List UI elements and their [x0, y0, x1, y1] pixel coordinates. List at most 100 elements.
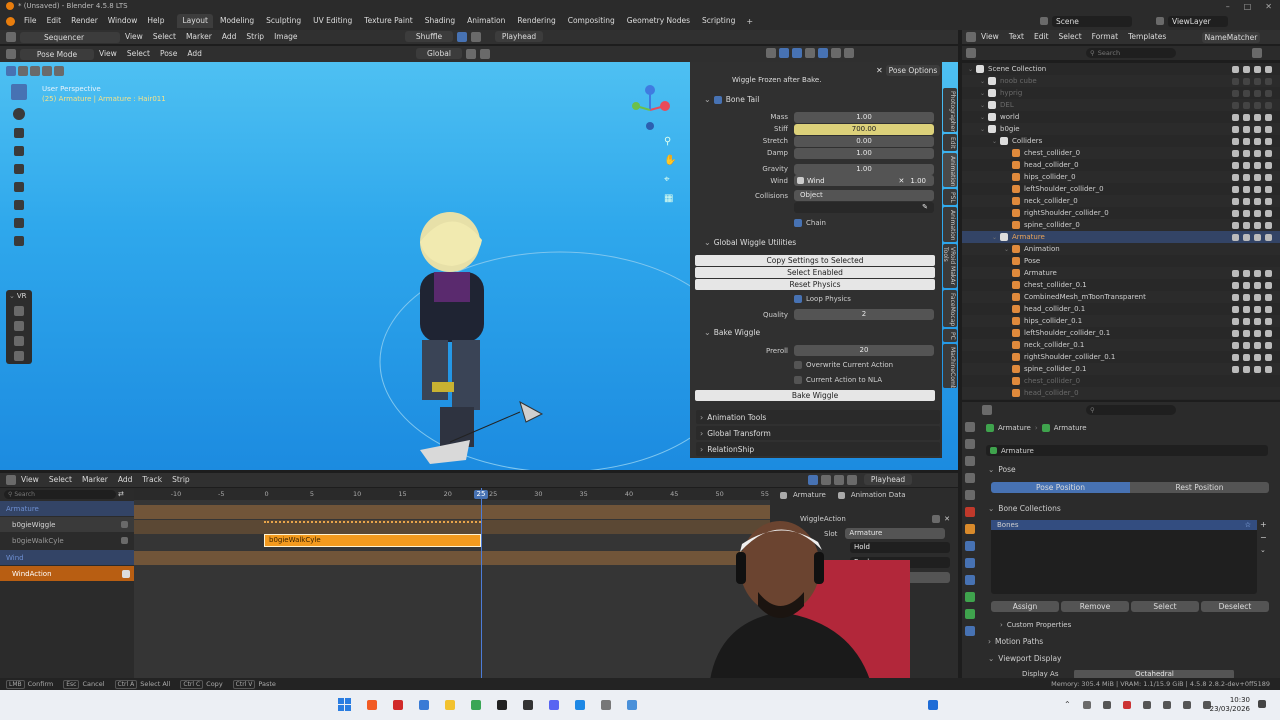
eye-toggle-icon[interactable] — [1243, 185, 1250, 193]
select-button[interactable]: Select — [1131, 601, 1199, 612]
camera-toggle-icon[interactable] — [1254, 317, 1261, 325]
armature-datablock-field[interactable]: Armature — [1001, 447, 1034, 455]
checkbox-toggle-icon[interactable] — [1232, 341, 1239, 349]
camera-toggle-icon[interactable] — [1254, 101, 1261, 109]
render-toggle-icon[interactable] — [1265, 293, 1272, 301]
outliner-item[interactable]: spine_collider_0.1 — [962, 363, 1280, 375]
annotate-tool-icon[interactable] — [14, 200, 24, 210]
outliner-item[interactable]: chest_collider_0 — [962, 147, 1280, 159]
checkbox-toggle-icon[interactable] — [1232, 221, 1239, 229]
camera-toggle-icon[interactable] — [1254, 113, 1261, 121]
outliner-item[interactable]: ⌄ Armature — [962, 231, 1280, 243]
sidebar-tab[interactable]: Animation — [943, 207, 957, 242]
nla-menu-strip[interactable]: Strip — [167, 473, 195, 487]
app-gray-icon[interactable] — [601, 699, 611, 710]
namematcher-button[interactable]: NameMatcher — [1202, 31, 1260, 43]
snap-icon[interactable] — [480, 48, 490, 59]
tab-shading[interactable]: Shading — [420, 14, 460, 28]
nla-checkbox[interactable] — [794, 376, 802, 384]
filter-settings-icon[interactable] — [821, 474, 831, 485]
vr-camera-icon[interactable] — [14, 321, 24, 331]
snap-icon[interactable] — [457, 31, 467, 42]
sidebar-tab[interactable]: Photographer — [943, 88, 957, 132]
tab-animation[interactable]: Animation — [462, 14, 510, 28]
scene-tab-icon[interactable] — [965, 490, 975, 500]
camera-toggle-icon[interactable] — [1254, 365, 1261, 373]
deselect-button[interactable]: Deselect — [1201, 601, 1269, 612]
properties-editor-icon[interactable] — [982, 405, 992, 415]
sidebar-tab[interactable]: PSL — [943, 189, 957, 206]
render-toggle-icon[interactable] — [1265, 185, 1272, 193]
sequencer-menu-strip[interactable]: Strip — [241, 30, 269, 44]
nla-search-field[interactable]: ⚲ Search — [4, 489, 116, 499]
eye-toggle-icon[interactable] — [1243, 317, 1250, 325]
nla-menu-select[interactable]: Select — [44, 473, 77, 487]
bone-collection-item[interactable]: Bones ☆ — [991, 520, 1257, 530]
nla-tab-armature[interactable]: Armature — [793, 491, 826, 499]
eye-toggle-icon[interactable] — [1243, 197, 1250, 205]
camera-toggle-icon[interactable] — [1254, 149, 1261, 157]
camera-toggle-icon[interactable] — [1254, 125, 1261, 133]
gravity-field[interactable]: 1.00 — [794, 163, 934, 175]
tray-app4-icon[interactable] — [1142, 700, 1151, 709]
sequencer-menu-image[interactable]: Image — [269, 30, 303, 44]
eye-toggle-icon[interactable] — [1243, 173, 1250, 181]
blender-taskbar-icon[interactable] — [928, 700, 938, 710]
playhead-dropdown[interactable]: Playhead — [495, 31, 543, 42]
camera-toggle-icon[interactable] — [1254, 221, 1261, 229]
app-dark-icon[interactable] — [497, 699, 507, 710]
outliner-menu-edit[interactable]: Edit — [1029, 30, 1054, 44]
tray-app6-icon[interactable] — [1182, 700, 1191, 709]
global-transform-header[interactable]: Global Transform — [707, 429, 771, 438]
checkbox-toggle-icon[interactable] — [1232, 137, 1239, 145]
cursor-tool-icon[interactable] — [13, 108, 25, 120]
select-enabled-button[interactable]: Select Enabled — [695, 267, 935, 278]
tab-compositing[interactable]: Compositing — [563, 14, 620, 28]
tab-rendering[interactable]: Rendering — [512, 14, 560, 28]
pivot-icon[interactable] — [466, 48, 476, 59]
app-blue-icon[interactable] — [627, 699, 637, 710]
outliner-item[interactable]: ⌄ world — [962, 111, 1280, 123]
render-toggle-icon[interactable] — [1265, 233, 1272, 241]
scene-selector[interactable]: Scene — [1052, 15, 1132, 27]
display-as-dropdown[interactable]: Octahedral — [1074, 670, 1235, 678]
lock-icon[interactable] — [121, 521, 128, 528]
outliner-menu-view[interactable]: View — [976, 30, 1004, 44]
push-down-icon[interactable] — [122, 569, 130, 578]
nla-menu-add[interactable]: Add — [113, 473, 138, 487]
wind-field[interactable]: Wind ✕ 1.00 — [794, 175, 934, 186]
render-toggle-icon[interactable] — [1265, 101, 1272, 109]
sequencer-menu-view[interactable]: View — [120, 30, 148, 44]
tray-app3-icon[interactable] — [1122, 700, 1131, 709]
outliner-item[interactable]: hips_collider_0.1 — [962, 315, 1280, 327]
checkbox-toggle-icon[interactable] — [1232, 353, 1239, 361]
camera-toggle-icon[interactable] — [1254, 329, 1261, 337]
menu-edit[interactable]: Edit — [42, 12, 67, 30]
render-toggle-icon[interactable] — [1265, 209, 1272, 217]
eye-toggle-icon[interactable] — [1243, 125, 1250, 133]
outliner-item[interactable]: neck_collider_0 — [962, 195, 1280, 207]
eye-toggle-icon[interactable] — [1243, 161, 1250, 169]
nla-track[interactable]: Armature — [0, 501, 134, 516]
select-extend-icon[interactable] — [18, 66, 28, 76]
select-tool-icon[interactable] — [11, 84, 27, 100]
world-tab-icon[interactable] — [965, 507, 975, 517]
eye-toggle-icon[interactable] — [1243, 365, 1250, 373]
maximize-icon[interactable]: □ — [1244, 2, 1252, 11]
menu-help[interactable]: Help — [142, 12, 169, 30]
outliner-item[interactable]: leftShoulder_collider_0.1 — [962, 327, 1280, 339]
transform-orientation-dropdown[interactable]: Global — [416, 48, 462, 59]
render-toggle-icon[interactable] — [1265, 269, 1272, 277]
checkbox-toggle-icon[interactable] — [1232, 317, 1239, 325]
checkbox-toggle-icon[interactable] — [1232, 125, 1239, 133]
menu-window[interactable]: Window — [103, 12, 143, 30]
select-new-icon[interactable] — [6, 66, 16, 76]
viewport-menu-pose[interactable]: Pose — [155, 47, 182, 61]
data-tab-icon[interactable] — [965, 592, 975, 602]
current-frame-badge[interactable]: 25 — [474, 490, 488, 499]
eye-toggle-icon[interactable] — [1243, 149, 1250, 157]
select-intersect-icon[interactable] — [54, 66, 64, 76]
render-toggle-icon[interactable] — [1265, 365, 1272, 373]
render-toggle-icon[interactable] — [1265, 77, 1272, 85]
render-toggle-icon[interactable] — [1265, 329, 1272, 337]
